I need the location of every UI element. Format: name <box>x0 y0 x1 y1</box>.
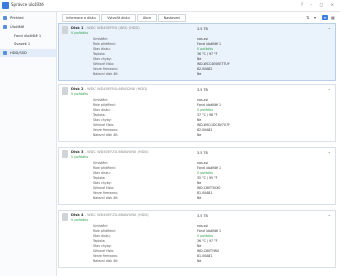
drive-header[interactable]: Disk 3 - WDC WD40EFZX-68AWUN0 (HDD) V po… <box>59 148 335 160</box>
detail-row: Nalezní disk 4K: Ne <box>93 259 202 263</box>
drive-status: V pořádku <box>71 92 89 96</box>
drive-size: 3.5 TB <box>197 214 208 218</box>
hdd-icon <box>62 26 68 34</box>
drive-size: 3.5 TB <box>197 151 208 155</box>
drive-header[interactable]: Disk 2 - WDC WD40EFRX-68N32N0 (HDD) V po… <box>59 85 335 97</box>
list-view-icon[interactable]: ≡ <box>322 15 328 20</box>
action-button[interactable]: Akce <box>137 14 157 22</box>
overview-icon <box>3 16 7 20</box>
collapse-icon[interactable]: ⌃ <box>328 151 331 156</box>
drive-size: 3.5 TB <box>197 27 208 31</box>
drive-card-2[interactable]: Disk 2 - WDC WD40EFRX-68N32N0 (HDD) V po… <box>58 84 336 142</box>
drive-model: - WDC WD40EFZX-68AWUN0 (HDD) <box>84 213 149 217</box>
hdd-icon <box>62 150 68 158</box>
hdd-icon <box>62 213 68 221</box>
drive-header[interactable]: Disk 4 - WDC WD40EFZX-68AWUN0 (HDD) V po… <box>59 211 335 223</box>
hdd-icon <box>3 51 7 55</box>
title-bar: Správce úložiště ? – ▢ × <box>0 0 340 12</box>
sidebar-item-volume-1[interactable]: Svazek 1 <box>0 40 56 48</box>
storage-manager-icon <box>2 2 9 9</box>
drive-header[interactable]: Disk 1 - WDC WD40EFRX (WD) (HDD) V pořád… <box>59 24 335 36</box>
collapse-icon[interactable]: ⌃ <box>328 88 331 93</box>
collapse-icon[interactable]: ⌃ <box>328 27 331 32</box>
detail-row: Nalezní disk 4K: Ne <box>93 133 202 137</box>
window-controls[interactable]: ? – ▢ × <box>301 2 337 7</box>
drive-model: - WDC WD40EFRX-68N32N0 (HDD) <box>84 87 148 91</box>
drive-title: Disk 3 <box>71 150 84 154</box>
sidebar-item-hdd-ssd[interactable]: HDD/SSD <box>0 49 56 57</box>
window-title: Správce úložiště <box>11 2 44 7</box>
drive-model: - WDC WD40EFRX (WD) (HDD) <box>84 26 140 30</box>
disk-list: Disk 1 - WDC WD40EFRX (WD) (HDD) V pořád… <box>58 23 340 276</box>
sidebar: Přehled Úložiště Fond úložiště 1 Svazek … <box>0 12 57 276</box>
drive-card-1[interactable]: Disk 1 - WDC WD40EFRX (WD) (HDD) V pořád… <box>58 23 336 81</box>
drive-title: Disk 1 <box>71 26 84 30</box>
toolbar: Informace o disku Vytvořit disku Akce Na… <box>60 12 340 22</box>
storage-icon <box>3 25 7 29</box>
drive-status: V pořádku <box>71 218 89 222</box>
grid-view-icon[interactable]: ▦ <box>331 15 335 20</box>
settings-button[interactable]: Nastavení <box>158 14 186 22</box>
storage-manager-window: Správce úložiště ? – ▢ × Přehled Úložišt… <box>0 0 340 276</box>
sidebar-item-overview[interactable]: Přehled <box>0 14 56 22</box>
drive-card-3[interactable]: Disk 3 - WDC WD40EFZX-68AWUN0 (HDD) V po… <box>58 147 336 205</box>
drive-title: Disk 2 <box>71 87 84 91</box>
create-disk-button[interactable]: Vytvořit disku <box>101 14 136 22</box>
detail-row: Nalezní disk 4K: Ne <box>93 196 202 200</box>
drive-card-4[interactable]: Disk 4 - WDC WD40EFZX-68AWUN0 (HDD) V po… <box>58 210 336 268</box>
collapse-icon[interactable]: ⌃ <box>328 214 331 219</box>
drive-title: Disk 4 <box>71 213 84 217</box>
detail-row: Nalezní disk 4K: Ne <box>93 72 202 76</box>
drive-model: - WDC WD40EFZX-68AWUN0 (HDD) <box>84 150 149 154</box>
drive-status: V pořádku <box>71 31 89 35</box>
sidebar-item-storage-pool-1[interactable]: Fond úložiště 1 <box>0 32 56 40</box>
filter-icon[interactable]: ▾ <box>314 15 316 20</box>
drive-status: V pořádku <box>71 155 89 159</box>
sidebar-item-storage[interactable]: Úložiště <box>0 23 56 31</box>
sort-icon[interactable]: ⇅ <box>306 15 309 20</box>
hdd-icon <box>62 87 68 95</box>
drive-size: 3.5 TB <box>197 88 208 92</box>
disk-info-button[interactable]: Informace o disku <box>62 14 100 22</box>
